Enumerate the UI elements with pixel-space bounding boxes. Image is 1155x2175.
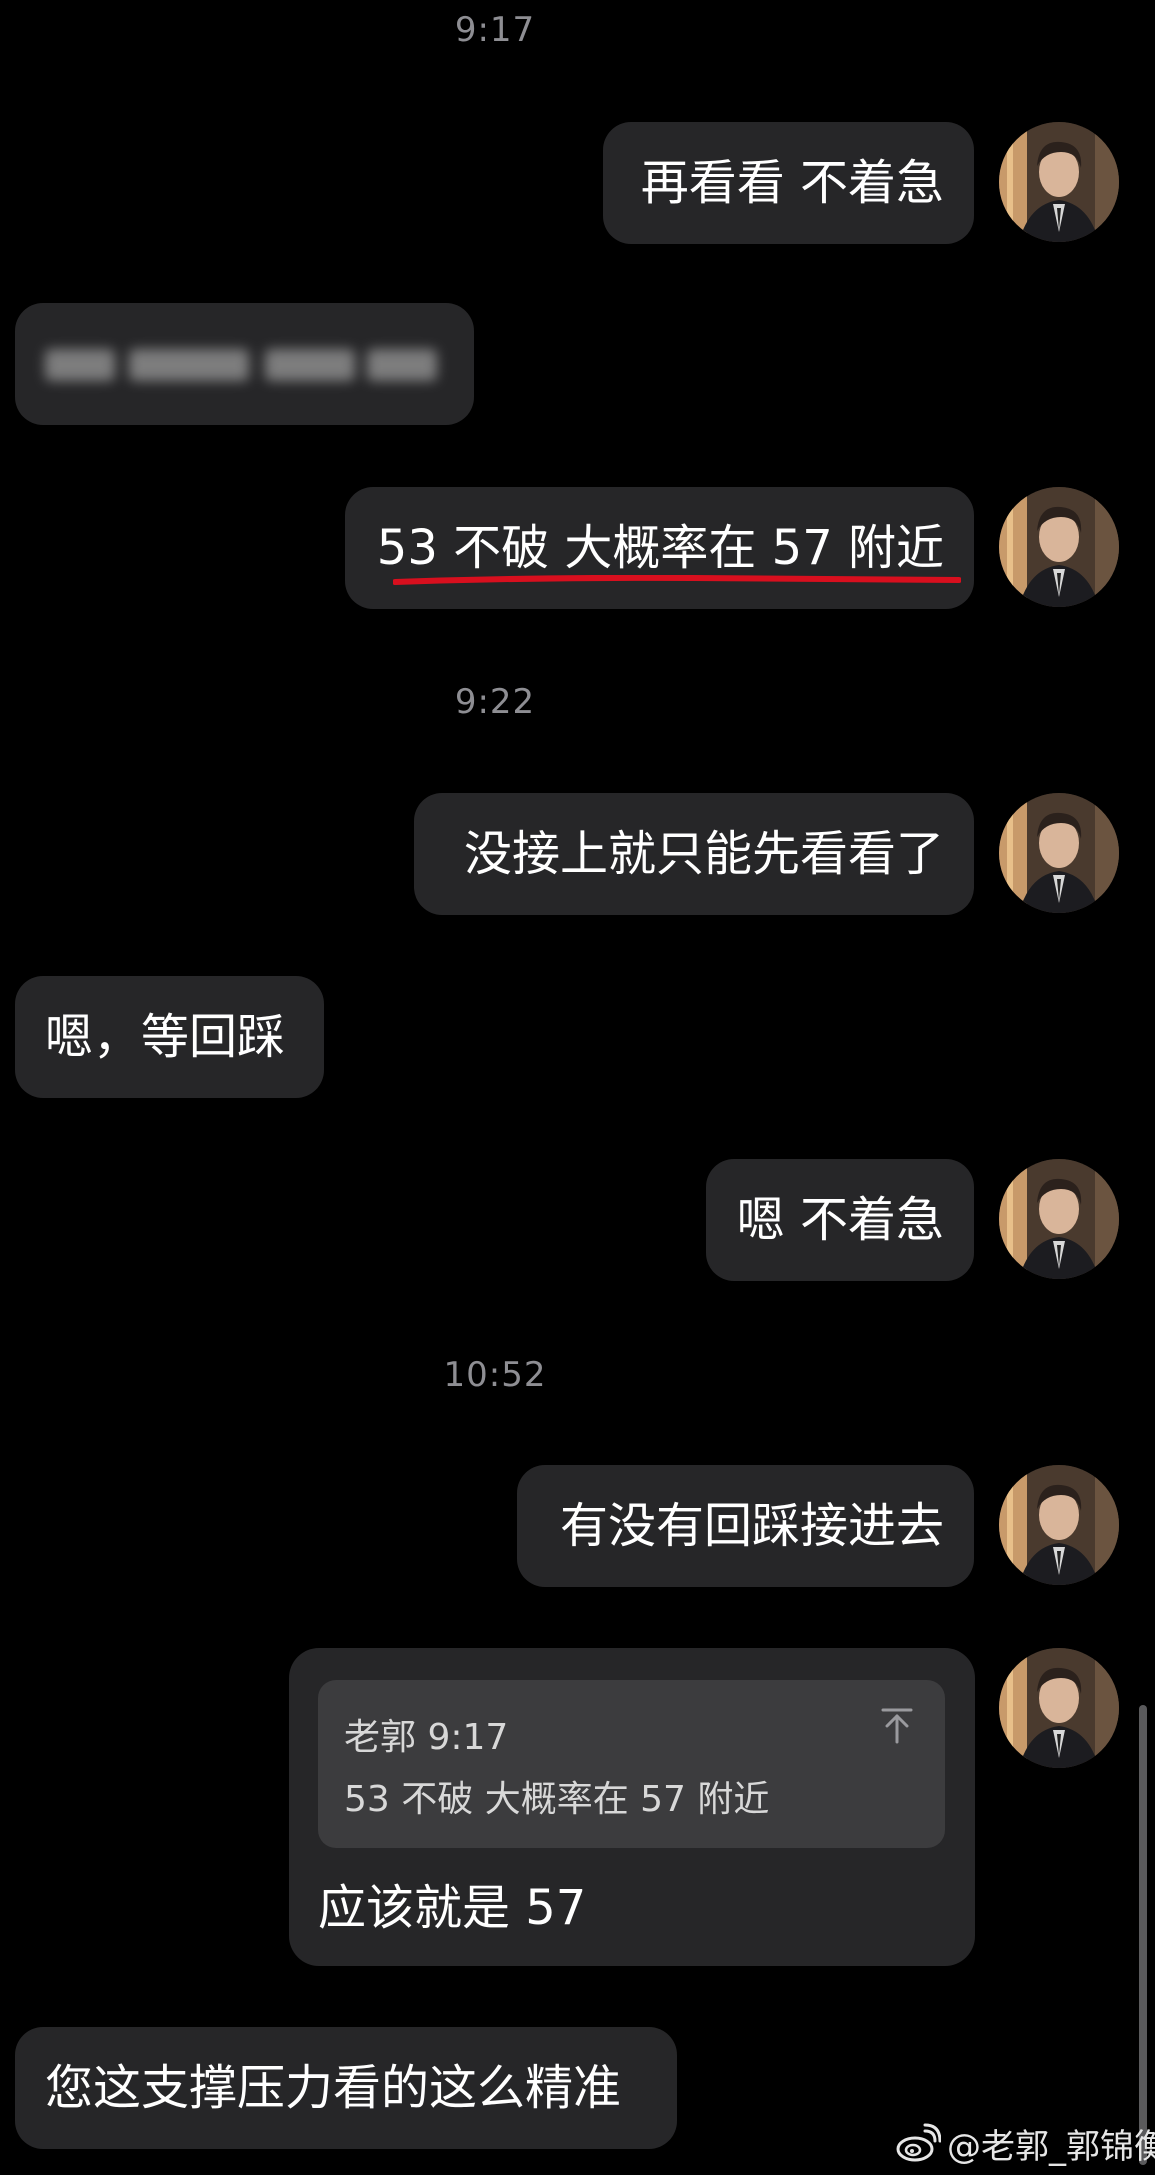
watermark: @老郭_郭锦衡 <box>895 2121 1155 2167</box>
arrow-up-to-top-icon[interactable] <box>879 1706 915 1746</box>
timestamp: 9:17 <box>454 10 536 50</box>
message-text: 53 不破 大概率在 57 附近 <box>376 520 944 576</box>
message-bubble-outgoing[interactable]: 再看看 不着急 <box>603 122 974 244</box>
avatar-image <box>999 122 1119 242</box>
message-bubble-quoted-reply[interactable]: 老郭 9:17 53 不破 大概率在 57 附近 应该就是 57 <box>289 1648 975 1966</box>
avatar-image <box>999 1465 1119 1585</box>
message-bubble-outgoing[interactable]: 没接上就只能先看看了 <box>414 793 974 915</box>
watermark-text: @老郭_郭锦衡 <box>947 2126 1155 2167</box>
avatar[interactable] <box>999 487 1119 607</box>
avatar-image <box>999 487 1119 607</box>
message-text: 嗯 不着急 <box>736 1192 944 1248</box>
message-bubble-outgoing[interactable]: 有没有回踩接进去 <box>517 1465 974 1587</box>
message-bubble-incoming[interactable]: 嗯，等回踩 <box>15 976 324 1098</box>
message-text: 您这支撑压力看的这么精准 <box>45 2060 622 2116</box>
weibo-icon <box>896 2123 941 2162</box>
message-bubble-incoming-blurred[interactable] <box>15 303 474 425</box>
message-text: 再看看 不着急 <box>640 155 944 211</box>
message-text: 没接上就只能先看看了 <box>463 826 944 882</box>
avatar-image <box>999 793 1119 913</box>
avatar[interactable] <box>999 1159 1119 1279</box>
message-bubble-incoming[interactable]: 您这支撑压力看的这么精准 <box>15 2027 677 2149</box>
quoted-sender-time: 老郭 9:17 <box>344 1717 509 1758</box>
timestamp: 9:22 <box>454 682 536 722</box>
message-text: 嗯，等回踩 <box>45 1009 286 1065</box>
message-text: 应该就是 57 <box>318 1880 587 1936</box>
timestamp: 10:52 <box>443 1355 547 1395</box>
red-underline-annotation <box>393 575 961 585</box>
avatar[interactable] <box>999 122 1119 242</box>
avatar-image <box>999 1648 1119 1768</box>
scrollbar[interactable] <box>1139 1705 1147 2165</box>
message-bubble-outgoing[interactable]: 嗯 不着急 <box>706 1159 974 1281</box>
avatar-image <box>999 1159 1119 1279</box>
avatar[interactable] <box>999 793 1119 913</box>
message-bubble-outgoing[interactable]: 53 不破 大概率在 57 附近 <box>345 487 974 609</box>
message-text: 有没有回踩接进去 <box>559 1498 944 1554</box>
blurred-content <box>45 339 445 389</box>
avatar[interactable] <box>999 1648 1119 1768</box>
quoted-text: 53 不破 大概率在 57 附近 <box>344 1779 770 1820</box>
quoted-message[interactable]: 老郭 9:17 53 不破 大概率在 57 附近 <box>318 1680 945 1848</box>
avatar[interactable] <box>999 1465 1119 1585</box>
